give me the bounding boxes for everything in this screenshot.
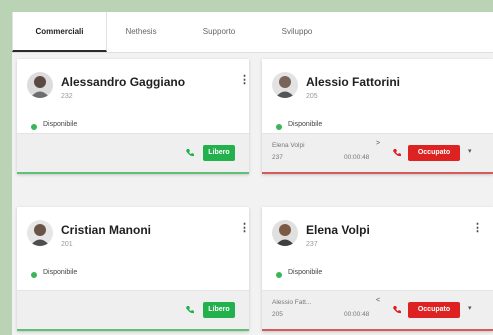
operator-card-alessio-fattorini: Alessio Fattorini 205 Disponibile Elena …: [262, 59, 493, 174]
operator-status: Disponibile: [288, 269, 323, 276]
operator-extension: 201: [61, 241, 73, 248]
operator-name: Alessio Fattorini: [306, 75, 401, 89]
caller-name: Elena Volpi: [272, 142, 305, 149]
card-footer: Libero: [17, 290, 249, 329]
operator-name: Alessandro Gaggiano: [61, 75, 186, 89]
call-direction-icon: >: [376, 140, 381, 147]
status-dot-icon: [31, 124, 37, 130]
tab-nethesis[interactable]: Nethesis: [108, 12, 174, 52]
more-options-icon[interactable]: ⋮: [472, 221, 483, 235]
more-options-icon[interactable]: ⋮: [239, 73, 250, 87]
operator-status: Disponibile: [288, 121, 323, 128]
avatar: [27, 220, 53, 246]
operator-name: Cristian Manoni: [61, 223, 152, 237]
operator-extension: 205: [306, 93, 318, 100]
operator-card-elena-volpi: Elena Volpi 237 ⋮ Disponibile Alessio Fa…: [262, 207, 493, 331]
card-footer: Libero: [17, 133, 249, 172]
tab-supporto[interactable]: Supporto: [184, 12, 254, 52]
operator-card-alessandro-gaggiano: Alessandro Gaggiano 232 ⋮ Disponibile Li…: [17, 59, 250, 174]
status-dot-icon: [276, 124, 282, 130]
avatar: [272, 72, 298, 98]
busy-button[interactable]: Occupato: [408, 302, 460, 318]
operator-status: Disponibile: [43, 269, 78, 276]
status-dot-icon: [31, 272, 37, 278]
avatar-image: [27, 72, 53, 98]
busy-button[interactable]: Occupato: [408, 145, 460, 161]
card-footer: Alessio Fatt... 205 < 00:00:48 Occupato …: [262, 290, 493, 329]
free-button[interactable]: Libero: [203, 302, 235, 318]
call-duration: 00:00:48: [344, 154, 370, 161]
status-dot-icon: [276, 272, 282, 278]
group-tabs: Commerciali Nethesis Supporto Sviluppo: [12, 12, 493, 53]
phone-icon[interactable]: [185, 305, 195, 315]
card-footer: Elena Volpi 237 > 00:00:48 Occupato ▾: [262, 133, 493, 172]
chevron-down-icon[interactable]: ▾: [468, 304, 472, 312]
tab-sviluppo[interactable]: Sviluppo: [262, 12, 332, 52]
avatar-image: [272, 72, 298, 98]
phone-icon[interactable]: [185, 148, 195, 158]
call-direction-icon: <: [376, 297, 381, 304]
caller-extension: 205: [272, 311, 283, 318]
caller-extension: 237: [272, 154, 283, 161]
tab-commerciali[interactable]: Commerciali: [12, 12, 107, 52]
operator-panel: Commerciali Nethesis Supporto Sviluppo A…: [12, 12, 493, 335]
chevron-down-icon[interactable]: ▾: [468, 147, 472, 155]
operator-extension: 232: [61, 93, 73, 100]
operator-card-cristian-manoni: Cristian Manoni 201 ⋮ Disponibile Libero: [17, 207, 250, 331]
operator-extension: 237: [306, 241, 318, 248]
avatar-image: [272, 220, 298, 246]
avatar-image: [27, 220, 53, 246]
avatar: [27, 72, 53, 98]
operator-name: Elena Volpi: [306, 223, 370, 237]
caller-name: Alessio Fatt...: [272, 299, 312, 306]
more-options-icon[interactable]: ⋮: [239, 221, 250, 235]
call-duration: 00:00:48: [344, 311, 370, 318]
phone-icon[interactable]: [392, 305, 402, 315]
free-button[interactable]: Libero: [203, 145, 235, 161]
operator-status: Disponibile: [43, 121, 78, 128]
avatar: [272, 220, 298, 246]
phone-icon[interactable]: [392, 148, 402, 158]
